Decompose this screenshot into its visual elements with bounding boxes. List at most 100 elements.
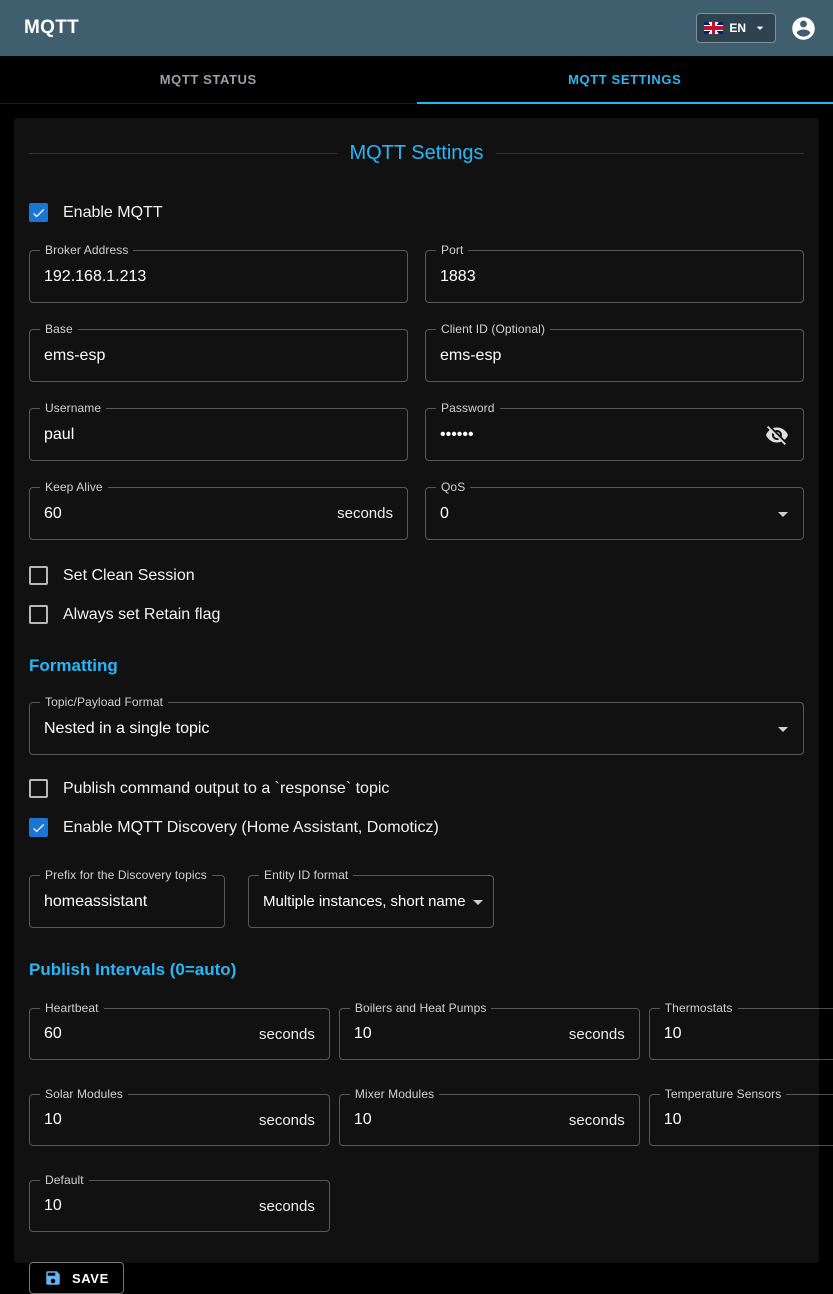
language-label: EN xyxy=(729,21,746,35)
default-interval-field[interactable]: Default seconds xyxy=(29,1180,330,1232)
chevron-down-icon xyxy=(752,20,768,36)
formatting-heading: Formatting xyxy=(29,656,804,676)
retain-flag-row: Always set Retain flag xyxy=(29,605,804,624)
field-label: Keep Alive xyxy=(40,480,108,494)
field-label: Boilers and Heat Pumps xyxy=(350,1001,492,1015)
enable-mqtt-row: Enable MQTT xyxy=(29,203,804,222)
field-label: Temperature Sensors xyxy=(660,1087,787,1101)
page-title: MQTT Settings xyxy=(349,142,483,165)
boilers-field[interactable]: Boilers and Heat Pumps seconds xyxy=(339,1008,640,1060)
boilers-input[interactable] xyxy=(354,1025,561,1043)
tab-label: MQTT SETTINGS xyxy=(568,72,681,87)
app-bar: MQTT EN xyxy=(0,0,833,56)
intervals-heading: Publish Intervals (0=auto) xyxy=(29,960,804,980)
entity-id-format-value: Multiple instances, short name xyxy=(263,893,466,910)
eye-off-icon[interactable] xyxy=(765,423,789,447)
discovery-checkbox[interactable] xyxy=(29,818,48,837)
field-label: Topic/Payload Format xyxy=(40,695,168,709)
mixer-modules-field[interactable]: Mixer Modules seconds xyxy=(339,1094,640,1146)
checkmark-icon xyxy=(31,205,46,221)
solar-modules-field[interactable]: Solar Modules seconds xyxy=(29,1094,330,1146)
active-tab-indicator xyxy=(417,102,833,104)
tab-label: MQTT STATUS xyxy=(160,72,257,87)
topic-format-select[interactable]: Topic/Payload Format Nested in a single … xyxy=(29,702,804,755)
discovery-label: Enable MQTT Discovery (Home Assistant, D… xyxy=(63,819,439,837)
dropdown-arrow-icon xyxy=(466,890,490,914)
retain-flag-checkbox[interactable] xyxy=(29,605,48,624)
field-label: QoS xyxy=(436,480,470,494)
temperature-sensors-input[interactable] xyxy=(664,1111,833,1129)
dropdown-arrow-icon xyxy=(771,717,795,741)
thermostats-field[interactable]: Thermostats seconds xyxy=(649,1008,833,1060)
account-button[interactable] xyxy=(790,15,817,42)
username-field[interactable]: Username xyxy=(29,408,408,461)
divider xyxy=(29,153,337,154)
port-input[interactable] xyxy=(440,268,789,286)
field-label: Heartbeat xyxy=(40,1001,104,1015)
password-input[interactable] xyxy=(440,426,765,444)
client-id-input[interactable] xyxy=(440,347,789,365)
unit-suffix: seconds xyxy=(569,1026,625,1043)
settings-card: MQTT Settings Enable MQTT Broker Address… xyxy=(14,118,819,1263)
unit-suffix: seconds xyxy=(337,505,393,522)
base-input[interactable] xyxy=(44,347,393,365)
field-label: Broker Address xyxy=(40,243,133,257)
unit-suffix: seconds xyxy=(259,1198,315,1215)
tab-mqtt-settings[interactable]: MQTT SETTINGS xyxy=(417,56,833,103)
broker-address-field[interactable]: Broker Address xyxy=(29,250,408,303)
username-input[interactable] xyxy=(44,426,393,444)
field-label: Client ID (Optional) xyxy=(436,322,550,336)
enable-mqtt-checkbox[interactable] xyxy=(29,203,48,222)
clean-session-checkbox[interactable] xyxy=(29,566,48,585)
field-label: Solar Modules xyxy=(40,1087,128,1101)
publish-response-label: Publish command output to a `response` t… xyxy=(63,780,389,798)
discovery-prefix-input[interactable] xyxy=(44,893,210,911)
tab-bar: MQTT STATUS MQTT SETTINGS xyxy=(0,56,833,104)
unit-suffix: seconds xyxy=(259,1026,315,1043)
publish-intervals-grid: Heartbeat seconds Boilers and Heat Pumps… xyxy=(29,1008,804,1232)
heartbeat-input[interactable] xyxy=(44,1025,251,1043)
topic-format-value: Nested in a single topic xyxy=(44,720,771,738)
field-label: Password xyxy=(436,401,500,415)
keep-alive-input[interactable] xyxy=(44,505,329,523)
clean-session-label: Set Clean Session xyxy=(63,567,195,585)
connection-fields: Broker Address Port Base Client ID (Opti… xyxy=(29,250,804,540)
field-label: Default xyxy=(40,1173,89,1187)
retain-flag-label: Always set Retain flag xyxy=(63,606,220,624)
discovery-fields: Prefix for the Discovery topics Entity I… xyxy=(29,875,804,928)
client-id-field[interactable]: Client ID (Optional) xyxy=(425,329,804,382)
field-label: Mixer Modules xyxy=(350,1087,439,1101)
keep-alive-field[interactable]: Keep Alive seconds xyxy=(29,487,408,540)
app-title: MQTT xyxy=(24,17,79,39)
publish-response-checkbox[interactable] xyxy=(29,779,48,798)
page-title-row: MQTT Settings xyxy=(29,142,804,165)
account-circle-icon xyxy=(790,15,817,42)
password-field[interactable]: Password xyxy=(425,408,804,461)
field-label: Base xyxy=(40,322,78,336)
base-field[interactable]: Base xyxy=(29,329,408,382)
discovery-row-check: Enable MQTT Discovery (Home Assistant, D… xyxy=(29,818,804,837)
checkmark-icon xyxy=(31,820,46,836)
solar-modules-input[interactable] xyxy=(44,1111,251,1129)
save-button[interactable]: SAVE xyxy=(29,1262,124,1294)
field-label: Port xyxy=(436,243,468,257)
heartbeat-field[interactable]: Heartbeat seconds xyxy=(29,1008,330,1060)
discovery-prefix-field[interactable]: Prefix for the Discovery topics xyxy=(29,875,225,928)
port-field[interactable]: Port xyxy=(425,250,804,303)
app-bar-actions: EN xyxy=(696,13,817,43)
publish-response-row: Publish command output to a `response` t… xyxy=(29,779,804,798)
language-selector[interactable]: EN xyxy=(696,13,776,43)
mixer-modules-input[interactable] xyxy=(354,1111,561,1129)
tab-mqtt-status[interactable]: MQTT STATUS xyxy=(0,56,417,103)
dropdown-arrow-icon xyxy=(771,502,795,526)
unit-suffix: seconds xyxy=(569,1112,625,1129)
temperature-sensors-field[interactable]: Temperature Sensors seconds xyxy=(649,1094,833,1146)
qos-select[interactable]: QoS 0 xyxy=(425,487,804,540)
entity-id-format-select[interactable]: Entity ID format Multiple instances, sho… xyxy=(248,875,494,928)
field-label: Prefix for the Discovery topics xyxy=(40,868,212,882)
save-icon xyxy=(44,1269,62,1287)
default-interval-input[interactable] xyxy=(44,1197,251,1215)
thermostats-input[interactable] xyxy=(664,1025,833,1043)
divider xyxy=(496,153,804,154)
broker-address-input[interactable] xyxy=(44,268,393,286)
